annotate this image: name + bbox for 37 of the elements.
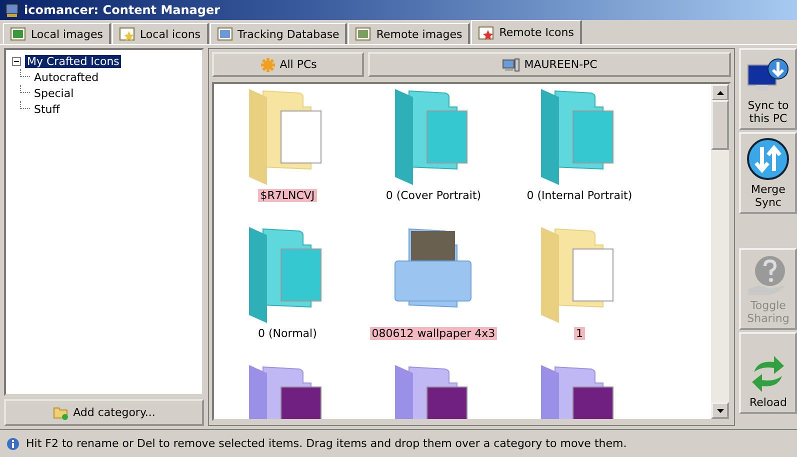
scroll-thumb[interactable] <box>711 100 730 150</box>
tree-item[interactable]: My Crafted Icons <box>25 54 122 68</box>
add-category-button[interactable]: Add category... <box>4 399 204 426</box>
scroll-up-icon[interactable] <box>716 90 724 94</box>
picture-icon <box>10 26 26 42</box>
item-label[interactable]: 1 <box>574 327 585 340</box>
tree-item[interactable]: Stuff <box>32 102 62 116</box>
collapse-icon[interactable] <box>12 56 21 66</box>
item-label[interactable]: 080612 wallpaper 4x3 <box>370 327 498 340</box>
computer-icon <box>502 56 520 72</box>
tree-item[interactable]: Autocrafted <box>32 70 101 84</box>
item-label[interactable]: 0 (Normal) <box>256 327 319 340</box>
tab[interactable]: Local icons <box>112 23 209 44</box>
vertical-scrollbar[interactable] <box>711 84 730 419</box>
asterisk-icon <box>260 56 276 72</box>
scroll-down-icon[interactable] <box>716 408 724 412</box>
pc-filter-button[interactable]: All PCs <box>212 52 364 77</box>
item-label[interactable]: 0 (Internal Portrait) <box>524 189 634 202</box>
item-label[interactable]: $R7LNCVJ <box>258 189 317 202</box>
table-icon <box>216 26 233 42</box>
status-text: Hit F2 to rename or Del to remove selected items. Drag items and drop them over a category to move them. <box>26 437 627 450</box>
up-down-arrows-icon <box>746 137 790 181</box>
folder-add-icon <box>53 406 70 420</box>
tree-item[interactable]: Special <box>32 86 76 100</box>
picture-icon <box>355 26 372 42</box>
tab[interactable]: Local images <box>3 23 111 44</box>
tab[interactable]: Remote images <box>348 23 470 44</box>
action-button[interactable]: Merge Sync <box>739 132 797 214</box>
pc-filter-button[interactable]: MAUREEN-PC <box>368 52 732 77</box>
window-title: icomancer: Content Manager <box>24 3 220 17</box>
tab[interactable]: Tracking Database <box>210 23 348 44</box>
info-icon <box>6 436 20 450</box>
item-label[interactable]: 0 (Cover Portrait) <box>384 189 484 202</box>
action-button[interactable]: Sync to this PC <box>739 48 797 130</box>
action-button[interactable]: Reload <box>739 332 797 414</box>
app-icon <box>4 2 20 18</box>
tab[interactable]: Remote Icons <box>471 20 582 44</box>
